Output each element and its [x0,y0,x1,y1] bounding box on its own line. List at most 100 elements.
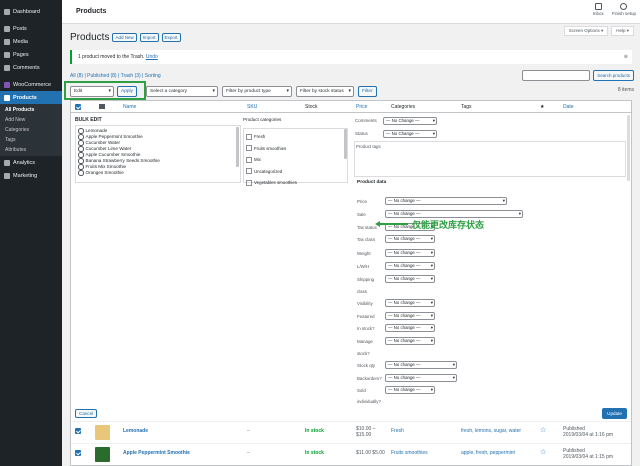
backorders-select[interactable]: — No change — [385,374,457,382]
product-tags-link[interactable]: fresh, lemons, sugar, water [461,428,521,434]
category-checkbox[interactable]: Vegetables smoothies [246,177,345,189]
product-category-link[interactable]: Fresh [391,428,404,434]
menu-woocommerce[interactable]: WooCommerce [0,78,62,91]
menu-products[interactable]: Products [0,91,62,104]
product-thumbnail[interactable] [95,447,110,462]
update-button[interactable]: Update [602,408,627,419]
featured-star-icon[interactable]: ☆ [540,448,546,456]
tax-class-select[interactable]: — No change — [385,235,435,243]
inbox-button[interactable]: Inbox [593,3,604,16]
weight-select[interactable]: — No change — [385,249,435,257]
comments-select[interactable]: — No Change — [383,117,437,125]
import-button[interactable]: Import [139,33,159,42]
product-price: $10.00 – $15.00 [356,426,376,438]
menu-posts[interactable]: Posts [0,22,62,35]
row-checkbox[interactable] [75,450,81,456]
field-label: Visibility [357,301,373,306]
submenu-attributes[interactable]: Attributes [0,145,62,155]
screen-options-button[interactable]: Screen Options ▾ [563,26,609,36]
filter-sorting[interactable]: Sorting [145,73,161,79]
price-select[interactable]: — No change — [385,197,507,205]
finish-setup-button[interactable]: Finish setup [612,3,636,16]
row-checkbox[interactable] [75,428,81,434]
filter-all[interactable]: All (8) [70,73,83,79]
menu-media[interactable]: Media [0,35,62,48]
filter-published[interactable]: Published (8) [87,73,116,79]
media-icon [4,38,10,45]
featured-star-icon[interactable]: ☆ [540,426,546,434]
status-select[interactable]: — No Change — [383,130,437,138]
product-tags-textarea[interactable] [354,141,626,177]
sold-individually-select[interactable]: — No change — [385,386,435,394]
comment-icon [4,64,10,71]
menu-comments[interactable]: Comments [0,61,62,74]
product-type-select[interactable]: Filter by product type [222,86,292,97]
panel-scrollbar[interactable] [627,115,630,181]
category-scrollbar[interactable] [344,129,347,159]
bulk-list-scrollbar[interactable] [236,127,239,167]
submenu-categories[interactable]: Categories [0,125,62,135]
dismiss-icon[interactable]: ⊗ [624,50,628,64]
category-checklist: Fresh Fruits smoothies Mix Uncategorized… [243,128,348,185]
field-label: Weight [357,251,371,256]
products-icon [4,94,10,101]
item-count: 8 items [617,87,634,93]
stock-status: In stock [305,450,324,456]
category-checkbox[interactable]: Mix [246,154,345,166]
bulk-product-list: Lemonade Apple Peppermint Smoothie Cucum… [75,125,241,183]
col-price[interactable]: Price [356,104,367,110]
undo-link[interactable]: Undo [146,54,158,60]
field-label: stock? [357,351,370,356]
category-select[interactable]: Select a category [146,86,218,97]
chart-icon [4,159,10,166]
product-thumbnail[interactable] [95,425,110,440]
page-title: Products [76,8,107,15]
add-new-button[interactable]: Add New [112,33,137,42]
submenu-add-new[interactable]: Add New [0,115,62,125]
menu-dashboard[interactable]: Dashboard [0,5,62,18]
col-sku[interactable]: SKU [247,104,257,110]
category-checkbox[interactable]: Fresh [246,131,345,143]
menu-pages[interactable]: Pages [0,48,62,61]
submenu-all-products[interactable]: All Products [0,105,62,115]
annotation-text: 仅能更改库存状态 [412,220,485,230]
stock-status-select[interactable]: Filter by stock status [296,86,354,97]
inbox-icon [594,3,602,10]
search-input[interactable] [522,70,591,81]
visibility-select[interactable]: — No change — [385,299,435,307]
select-all-checkbox[interactable] [75,104,81,110]
category-checkbox[interactable]: Uncategorized [246,166,345,178]
product-name-link[interactable]: Apple Peppermint Smoothie [123,450,190,456]
submenu-tags[interactable]: Tags [0,135,62,145]
help-button[interactable]: Help ▾ [611,26,634,36]
menu-marketing[interactable]: Marketing [0,169,62,182]
menu-analytics[interactable]: Analytics [0,156,62,169]
lwh-select[interactable]: — No change — [385,262,435,270]
filter-button[interactable]: Filter [358,86,377,97]
cancel-button[interactable]: Cancel [75,409,98,418]
shipping-class-select[interactable]: — No change — [385,275,435,283]
product-category-link[interactable]: Fruits smoothies [391,450,428,456]
trash-notice: 1 product moved to the Trash. Undo ⊗ [70,50,632,64]
featured-select[interactable]: — No change — [385,312,435,320]
col-featured-star-icon[interactable]: ★ [540,104,544,110]
product-name-link[interactable]: Lemonade [123,428,148,434]
annotation-arrow [375,221,408,226]
category-checkbox[interactable]: Fruits smoothies [246,143,345,155]
in-stock-select[interactable]: — No change — [385,324,435,332]
comments-label: Comments [355,118,377,123]
bulk-product-item[interactable]: Oranges Smoothie [78,170,238,176]
status-filter-links: All (8) | Published (8) | Trash (3) | So… [70,73,161,79]
manage-stock-select[interactable]: — No change — [385,337,435,345]
field-label: Tax status [357,225,377,230]
col-date[interactable]: Date [563,104,574,110]
filter-trash[interactable]: Trash (3) [121,73,141,79]
export-button[interactable]: Export [161,33,181,42]
sale-select[interactable]: — No change — [385,210,523,218]
col-name[interactable]: Name [123,104,136,110]
search-products-button[interactable]: Search products [593,70,634,81]
product-tags-link[interactable]: apple, fresh, peppermint [461,450,515,456]
col-stock: Stock [305,104,318,110]
page-heading: Products Add New Import Export [70,32,181,43]
stock-qty-select[interactable]: — No change — [385,361,457,369]
